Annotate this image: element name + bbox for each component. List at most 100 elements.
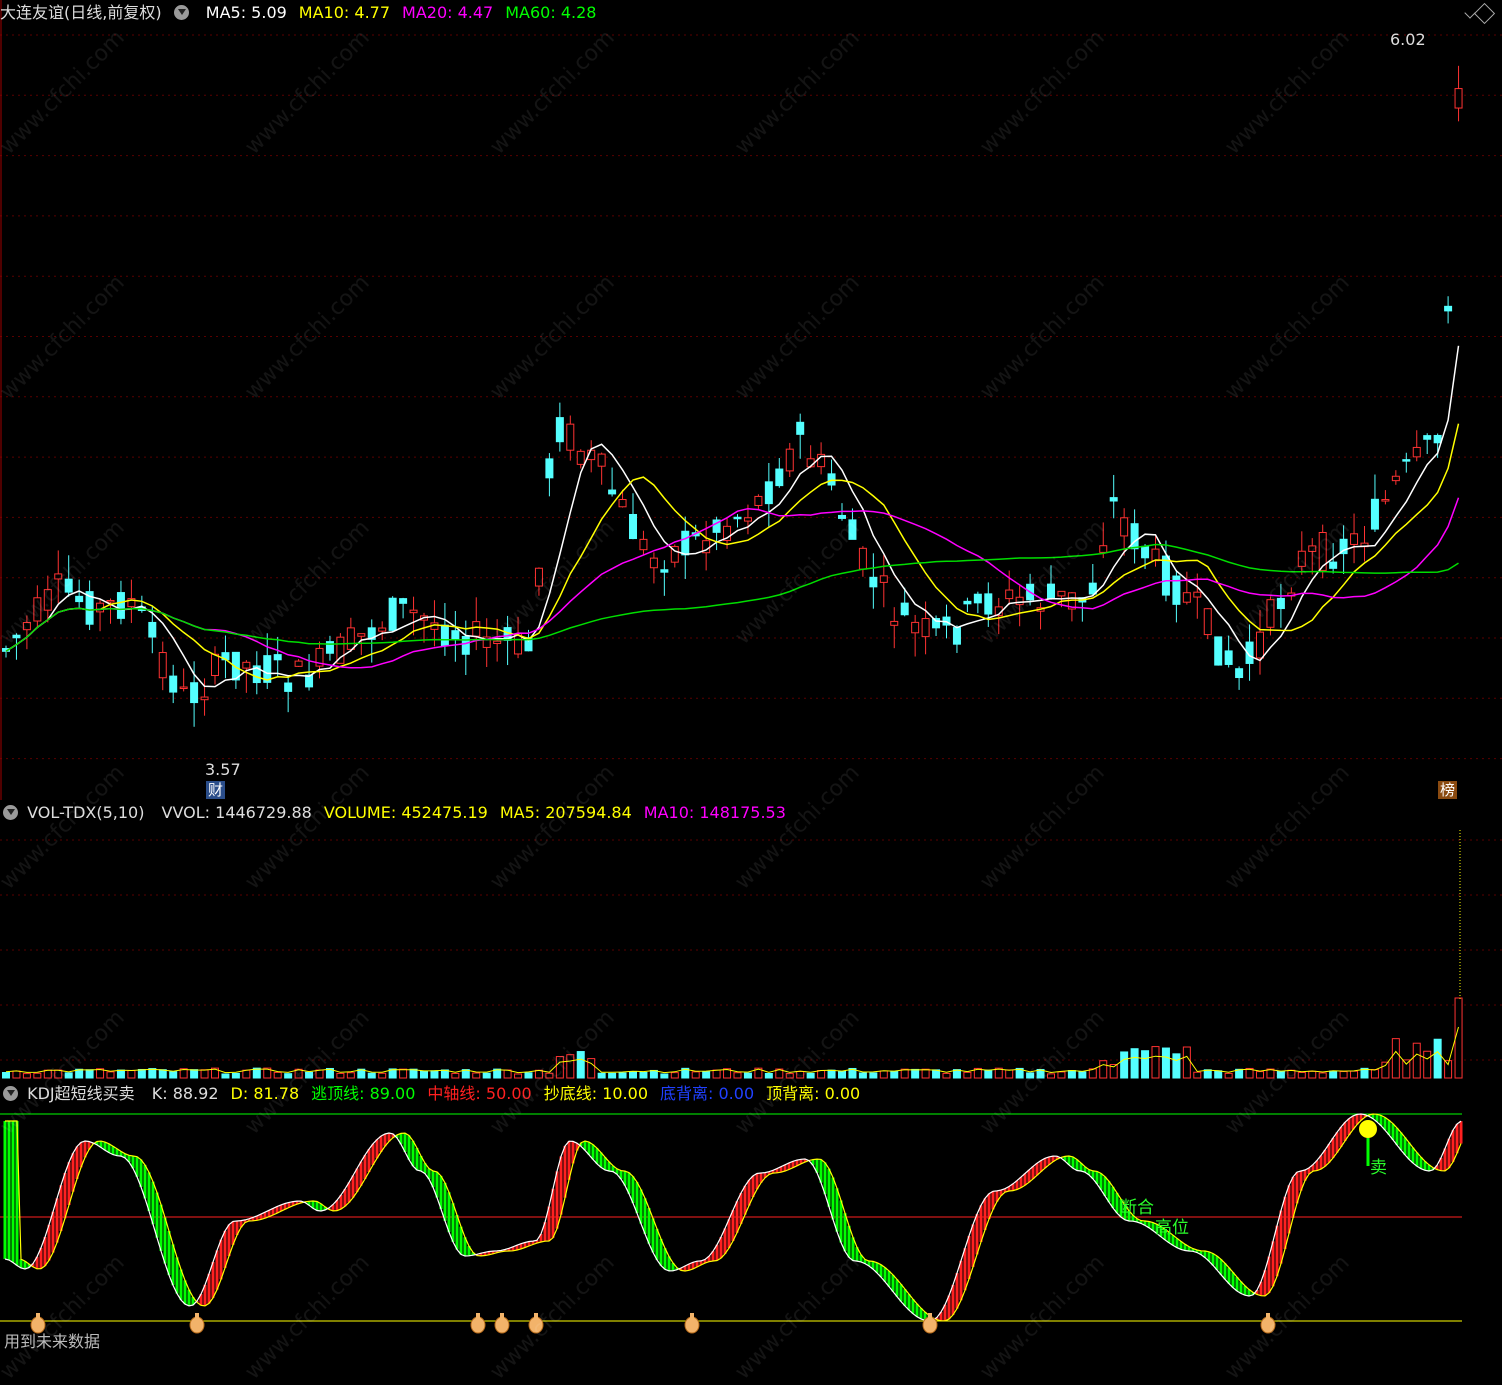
volume-bar (1203, 1069, 1212, 1079)
volume-header: VOL-TDX(5,10) VVOL: 1446729.88 VOLUME: 45… (0, 800, 794, 826)
candle-body (33, 597, 42, 622)
candle-body (984, 593, 993, 615)
kdj-panel[interactable]: KDJ超短线买卖 K: 88.92 D: 81.78 逃顶线: 89.00 中轴线: … (0, 1081, 1502, 1353)
volume-bar (127, 1070, 136, 1079)
candle-body (1182, 592, 1191, 603)
buy-hand-icon-finger (36, 1313, 40, 1321)
volume-bar (827, 1069, 836, 1079)
candle-body (1412, 446, 1421, 458)
volume-bar (1339, 1071, 1348, 1079)
candle-body (242, 661, 251, 669)
volume-bar (367, 1072, 376, 1079)
buy-hand-icon (470, 1313, 486, 1334)
volume-bar (190, 1069, 199, 1079)
candle-body (566, 423, 575, 451)
settings-icon[interactable] (3, 1086, 18, 1101)
buy-hand-icon (528, 1313, 544, 1334)
candle-body (1099, 545, 1108, 553)
settings-icon[interactable] (3, 805, 18, 820)
buy-hand-icon-finger (1266, 1313, 1270, 1321)
buy-hand-icon-finger (500, 1313, 504, 1321)
volume-bar (733, 1072, 742, 1079)
volume-bar (273, 1071, 282, 1079)
vol-value-0: VVOL: 1446729.88 (161, 803, 312, 822)
candle-body (1381, 499, 1390, 502)
volume-panel[interactable]: VOL-TDX(5,10) VVOL: 1446729.88 VOLUME: 45… (0, 800, 1502, 1081)
volume-bar (1067, 1070, 1076, 1079)
vol-ma5-line (5, 1026, 1459, 1074)
volume-bar (660, 1073, 669, 1079)
ma-value-3: MA60: 4.28 (505, 3, 597, 22)
candle-body (576, 450, 585, 465)
candle-body (1454, 88, 1463, 109)
volume-bar (22, 1073, 31, 1079)
candle-body (921, 618, 930, 638)
volume-bar (12, 1070, 21, 1079)
kdj-chart[interactable] (0, 1081, 1502, 1353)
volume-bar (409, 1068, 418, 1079)
volume-bar (1391, 1038, 1400, 1079)
volume-bar (1057, 1071, 1066, 1079)
volume-bar (1381, 1061, 1390, 1079)
ma-legend: MA5: 5.09 MA10: 4.77 MA20: 4.47 MA60: 4.28 (198, 3, 601, 22)
buy-hand-icon-finger (928, 1313, 932, 1321)
candle-body (775, 468, 784, 487)
candle-body (681, 530, 690, 556)
price-panel[interactable]: 大连友谊(日线,前复权) MA5: 5.09 MA10: 4.77 MA20: 4.… (0, 0, 1502, 800)
volume-bar (64, 1072, 73, 1079)
buy-hand-icon-finger (195, 1313, 199, 1321)
candle-body (900, 602, 909, 616)
buy-hand-icon (1260, 1313, 1276, 1334)
kdj-legend: K: 88.92 D: 81.78 逃顶线: 89.00 中轴线: 50.00 抄底线:… (144, 1084, 865, 1103)
candlestick-chart[interactable] (0, 0, 1502, 800)
volume-bar (576, 1051, 585, 1079)
kdj-header: KDJ超短线买卖 K: 88.92 D: 81.78 逃顶线: 89.00 中轴线: … (0, 1081, 868, 1107)
list-tag[interactable]: 榜 (1438, 781, 1458, 799)
finance-tag[interactable]: 财 (206, 781, 226, 799)
kdj-value-5: 底背离: 0.00 (660, 1084, 755, 1103)
candle-body (294, 660, 303, 667)
candle-body (952, 627, 961, 645)
candle-body (190, 682, 199, 704)
candle-body (200, 696, 209, 701)
candle-body (1120, 517, 1129, 537)
candle-body (827, 473, 836, 486)
candle-body (754, 495, 763, 506)
candle-body (1391, 475, 1400, 482)
kdj-value-3: 中轴线: 50.00 (427, 1084, 532, 1103)
volume-bar (54, 1069, 63, 1079)
volume-bar (1370, 1069, 1379, 1079)
volume-bar (1047, 1073, 1055, 1079)
annotation-2: 高位 (1155, 1218, 1189, 1238)
candle-body (618, 499, 627, 508)
candle-body (1276, 597, 1285, 610)
candle-body (409, 609, 418, 614)
volume-bar (524, 1072, 533, 1079)
volume-bar (712, 1069, 721, 1079)
volume-bar (1350, 1070, 1359, 1079)
volume-bar (1454, 997, 1463, 1079)
candle-body (1266, 599, 1275, 628)
volume-bar (1099, 1060, 1108, 1079)
candle-body (932, 618, 941, 629)
volume-bar (1318, 1072, 1327, 1079)
candle-body (963, 600, 972, 605)
volume-bar (1182, 1046, 1191, 1079)
settings-icon[interactable] (173, 5, 189, 20)
volume-bar (649, 1069, 658, 1079)
kdj-value-1: D: 81.78 (230, 1084, 300, 1103)
volume-bar (451, 1072, 460, 1079)
candle-body (493, 640, 502, 645)
low-price-label: 3.57 (205, 760, 241, 779)
volume-bar (43, 1069, 52, 1079)
volume-chart[interactable] (0, 800, 1502, 1081)
volume-bar (879, 1070, 888, 1079)
volume-bar (764, 1073, 773, 1079)
volume-bar (796, 1070, 805, 1079)
candle-body (838, 514, 846, 519)
candle-body (1370, 498, 1379, 530)
buy-hand-icon-finger (690, 1313, 694, 1321)
volume-bar (2, 1072, 10, 1079)
candle-body (597, 453, 606, 467)
vol-value-2: MA5: 207594.84 (499, 803, 632, 822)
